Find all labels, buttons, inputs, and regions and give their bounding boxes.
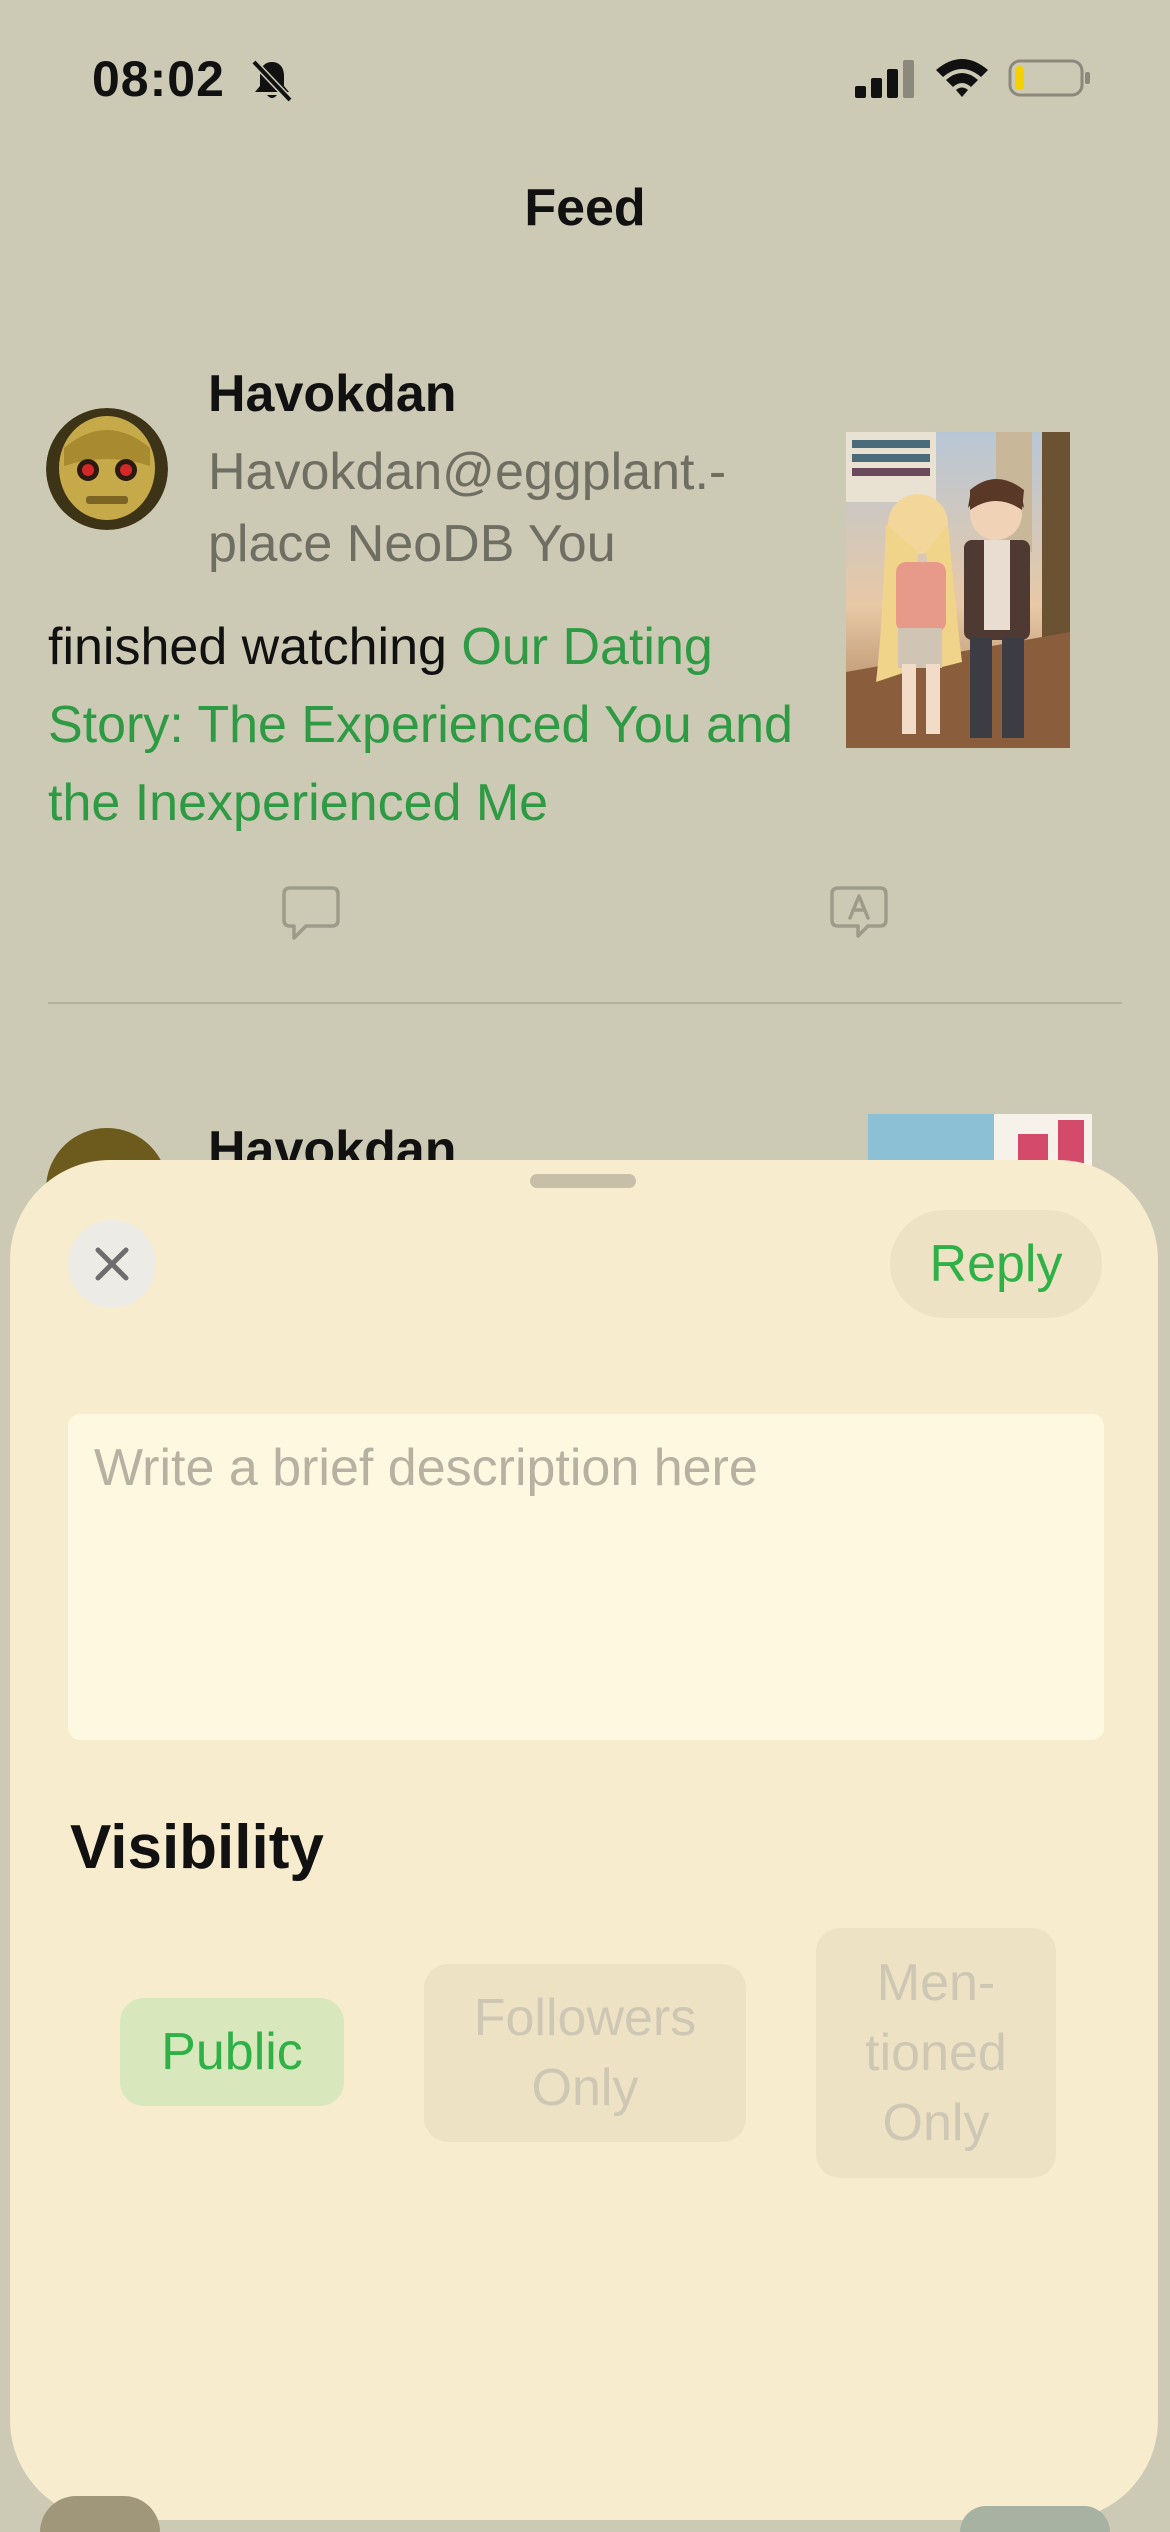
visibility-mentioned-label: Men-tioned Only: [865, 1954, 1007, 2152]
post-action: finished watching: [48, 618, 447, 676]
status-bar: 08:02: [0, 0, 1170, 150]
close-icon: [95, 1247, 129, 1281]
visibility-followers-label: Followers Only: [473, 1989, 697, 2117]
visibility-heading: Visibility: [70, 1813, 324, 1882]
visibility-public-option[interactable]: Public: [120, 1998, 344, 2106]
translate-icon[interactable]: [828, 884, 890, 944]
avatar[interactable]: [46, 408, 168, 530]
wifi-icon: [936, 59, 988, 97]
description-placeholder: Write a brief description here: [94, 1439, 758, 1497]
close-button[interactable]: [68, 1220, 156, 1308]
comment-icon[interactable]: [280, 884, 342, 944]
bell-slash-icon: [251, 59, 293, 103]
reply-sheet: Reply Write a brief description here Vis…: [10, 1160, 1158, 2520]
battery-icon: [1008, 59, 1090, 97]
background-cover-peek: [960, 2506, 1110, 2532]
visibility-mentioned-option[interactable]: Men-tioned Only: [816, 1928, 1056, 2178]
post-author-name[interactable]: Havokdan: [208, 364, 457, 424]
reply-button[interactable]: Reply: [890, 1210, 1102, 1318]
background-avatar-peek: [40, 2496, 160, 2532]
description-input[interactable]: Write a brief description here: [68, 1414, 1104, 1740]
item-cover-image[interactable]: [846, 432, 1070, 748]
status-time: 08:02: [92, 51, 225, 107]
sheet-grabber[interactable]: [530, 1174, 636, 1188]
post-body: finished watching Our Dating Story: The …: [48, 608, 808, 842]
cellular-signal-icon: [855, 60, 914, 98]
page-title: Feed: [524, 179, 646, 237]
post-divider: [48, 1002, 1122, 1004]
post-author-handle: Havokdan@eggplant.-place NeoDB You: [208, 443, 727, 573]
visibility-followers-option[interactable]: Followers Only: [424, 1964, 746, 2142]
